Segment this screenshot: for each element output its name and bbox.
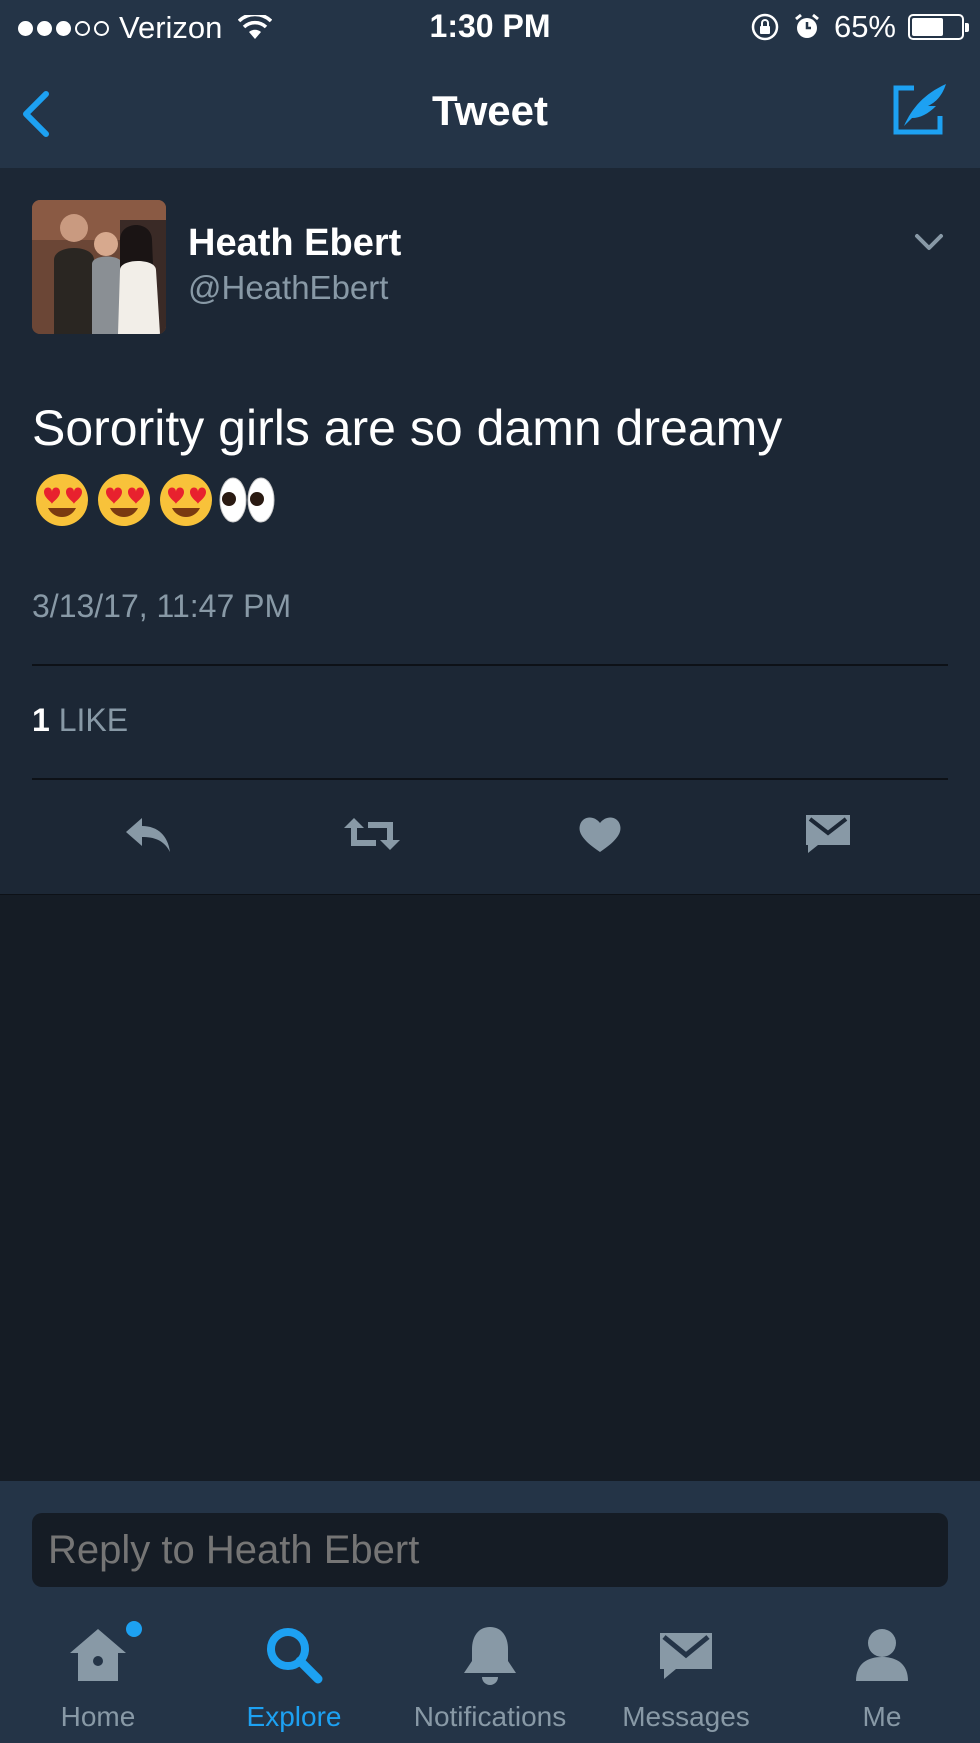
bell-icon xyxy=(464,1627,516,1685)
tweet-card: Heath Ebert @HeathEbert Sorority girls a… xyxy=(0,168,980,895)
page-title: Tweet xyxy=(432,87,548,134)
reply-input[interactable] xyxy=(32,1513,948,1587)
tab-label: Me xyxy=(862,1701,902,1732)
reply-bar xyxy=(0,1481,980,1611)
likes-count: 1 xyxy=(32,702,50,738)
battery-icon xyxy=(908,14,969,40)
heart-eyes-emoji xyxy=(160,474,212,526)
alarm-icon xyxy=(795,13,819,38)
author-name[interactable]: Heath Ebert xyxy=(188,222,401,265)
home-icon xyxy=(70,1629,126,1681)
avatar-photo xyxy=(32,200,166,334)
divider xyxy=(32,664,948,666)
avatar[interactable] xyxy=(32,200,166,334)
battery-percent: 65% xyxy=(833,9,896,44)
direct-message-button[interactable] xyxy=(798,804,858,864)
heart-eyes-emoji xyxy=(98,474,150,526)
retweet-button[interactable] xyxy=(342,804,402,864)
tab-home[interactable]: Home xyxy=(0,1611,196,1743)
retweet-icon xyxy=(344,818,400,850)
tweet-actions xyxy=(0,804,980,864)
tweet-options-button[interactable] xyxy=(912,230,946,254)
battery-fill xyxy=(912,18,943,36)
tweet-timestamp: 3/13/17, 11:47 PM xyxy=(32,588,292,624)
tab-notifications[interactable]: Notifications xyxy=(392,1611,588,1743)
rotation-lock-icon xyxy=(751,13,779,41)
tab-label: Notifications xyxy=(413,1701,567,1732)
profile-icon xyxy=(856,1629,908,1681)
tab-messages[interactable]: Messages xyxy=(588,1611,784,1743)
compose-tweet-icon xyxy=(893,84,946,135)
like-icon xyxy=(579,817,621,852)
likes-summary[interactable]: 1 LIKE xyxy=(32,702,128,739)
tab-explore[interactable]: Explore xyxy=(196,1611,392,1743)
tweet-detail-screen: Verizon 1:30 PM 65% Tweet Heath Ebert @H… xyxy=(0,0,980,1743)
status-bar: Verizon 1:30 PM 65% xyxy=(0,0,980,56)
likes-label: LIKE xyxy=(58,702,129,738)
reply-icon xyxy=(126,818,170,852)
tweet-body: Sorority girls are so damn dreamy xyxy=(32,400,783,456)
tab-label: Explore xyxy=(246,1701,342,1732)
tab-label: Home xyxy=(60,1701,136,1732)
reply-button[interactable] xyxy=(118,804,178,864)
chevron-down-icon xyxy=(915,234,943,250)
battery-tip xyxy=(965,23,969,32)
divider xyxy=(32,778,948,780)
tab-me[interactable]: Me xyxy=(784,1611,980,1743)
tweet-text: Sorority girls are so damn dreamy xyxy=(32,390,932,530)
heart-eyes-emoji xyxy=(36,474,88,526)
tab-bar: Home Explore Notifications Messages Me xyxy=(0,1611,980,1743)
status-right: 65% xyxy=(750,9,969,45)
notification-dot xyxy=(126,1621,142,1637)
search-icon xyxy=(267,1628,323,1684)
tweet-emojis xyxy=(32,470,932,530)
envelope-icon xyxy=(660,1633,712,1679)
eyes-emoji xyxy=(219,477,275,523)
like-button[interactable] xyxy=(570,804,630,864)
compose-tweet-button[interactable] xyxy=(890,78,952,140)
direct-message-icon xyxy=(806,815,850,853)
author-handle[interactable]: @HeathEbert xyxy=(188,269,388,307)
tab-label: Messages xyxy=(622,1701,750,1732)
nav-bar: Tweet xyxy=(0,56,980,168)
